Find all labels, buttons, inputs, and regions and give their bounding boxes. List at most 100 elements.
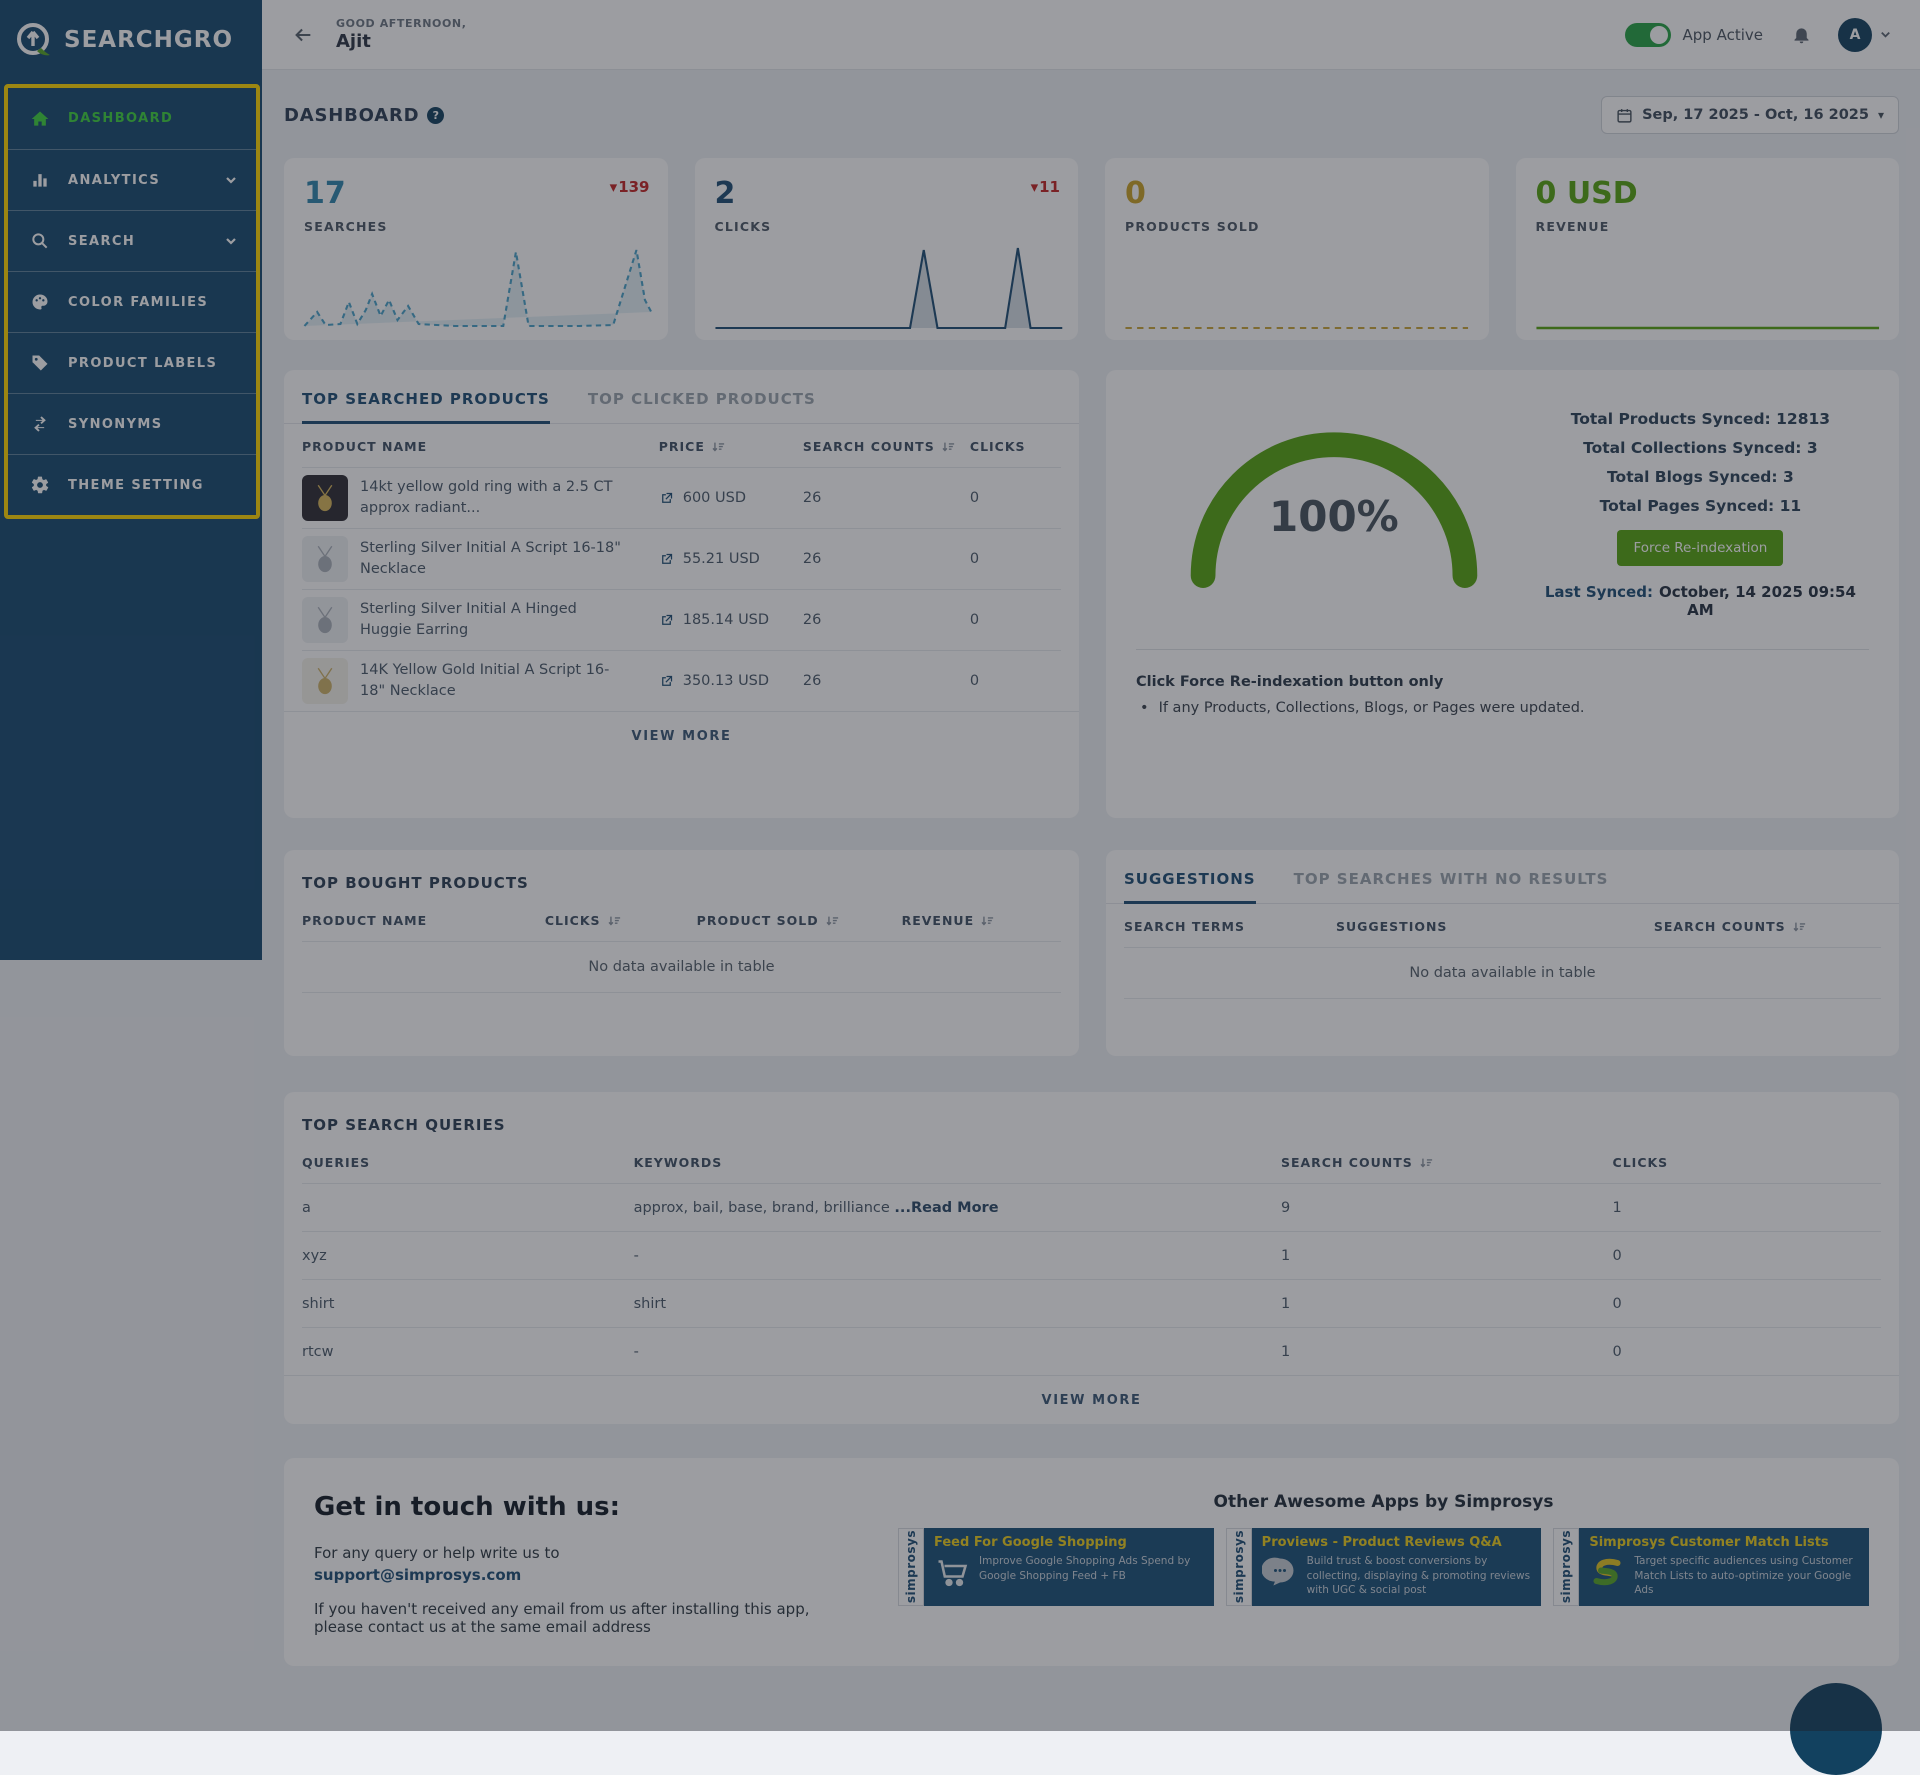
sidebar-item-search[interactable]: SEARCH (8, 210, 256, 271)
col-search-counts[interactable]: SEARCH COUNTS (1281, 1155, 1613, 1170)
sidebar-item-color-families[interactable]: COLOR FAMILIES (8, 271, 256, 332)
sidebar-item-theme-setting[interactable]: THEME SETTING (8, 454, 256, 515)
app-banner-feed-for-google-shopping[interactable]: simprosys Feed For Google Shopping Impro… (898, 1528, 1214, 1606)
col-clicks: CLICKS (969, 439, 1026, 454)
keywords-text: shirt (633, 1295, 666, 1312)
external-link-icon[interactable] (659, 613, 674, 628)
col-clicks[interactable]: CLICKS (545, 913, 697, 928)
top-queries-table: a approx, bail, base, brand, brilliance … (302, 1183, 1881, 1375)
col-clicks: CLICKS (1612, 1155, 1669, 1170)
simprosys-brand-strip: simprosys (1225, 1528, 1252, 1606)
sidebar: SEARCHGRO DASHBOARD ANALYTICS SEARCH COL… (0, 0, 262, 960)
stat-value: 17 (304, 176, 346, 211)
tab-suggestions[interactable]: SUGGESTIONS (1124, 870, 1256, 904)
total-pages-synced: Total Pages Synced: 11 (1599, 497, 1802, 515)
view-more-button[interactable]: VIEW MORE (284, 1375, 1899, 1424)
external-link-icon[interactable] (659, 491, 674, 506)
sidebar-item-label: DASHBOARD (68, 111, 174, 126)
chevron-down-icon[interactable] (1879, 28, 1892, 41)
table-row: xyz - 1 0 (302, 1231, 1881, 1279)
empty-table-message: No data available in table (1124, 947, 1881, 999)
app-banner-customer-match-lists[interactable]: simprosys Simprosys Customer Match Lists… (1553, 1528, 1870, 1606)
col-keywords: KEYWORDS (633, 1155, 723, 1170)
bell-icon[interactable] (1791, 24, 1812, 45)
simprosys-brand-strip: simprosys (1553, 1528, 1580, 1606)
tab-no-results[interactable]: TOP SEARCHES WITH NO RESULTS (1294, 870, 1609, 903)
chevron-down-icon[interactable] (224, 173, 238, 187)
sort-icon (1419, 1156, 1433, 1170)
app-banner-desc: Build trust & boost conversions by colle… (1306, 1555, 1531, 1597)
palette-icon (30, 292, 50, 312)
delta-down-icon: ▾ (609, 178, 618, 196)
sidebar-item-product-labels[interactable]: PRODUCT LABELS (8, 332, 256, 393)
product-image (302, 658, 348, 704)
product-clicks: 0 (969, 551, 980, 567)
greeting-name: Ajit (336, 31, 371, 52)
table-row: 14kt yellow gold ring with a 2.5 CT appr… (302, 467, 1061, 528)
sync-gauge-percent: 100% (1269, 492, 1399, 541)
force-reindexation-button[interactable]: Force Re-indexation (1617, 530, 1784, 566)
product-price: 600 USD (682, 490, 746, 506)
gear-icon (30, 475, 50, 495)
col-search-counts[interactable]: SEARCH COUNTS (1654, 919, 1881, 934)
home-icon (30, 109, 50, 129)
view-more-button[interactable]: VIEW MORE (284, 711, 1079, 760)
support-email-link[interactable]: support@simprosys.com (314, 1566, 854, 1584)
sidebar-item-label: COLOR FAMILIES (68, 294, 209, 310)
sort-icon (980, 914, 994, 928)
product-price: 350.13 USD (682, 673, 770, 689)
top-products-card: TOP SEARCHED PRODUCTS TOP CLICKED PRODUC… (284, 370, 1079, 818)
sort-icon (607, 914, 621, 928)
search-icon (30, 231, 50, 251)
col-price[interactable]: PRICE (659, 439, 803, 454)
col-suggestions: SUGGESTIONS (1335, 919, 1448, 934)
product-name: 14K Yellow Gold Initial A Script 16-18" … (360, 661, 610, 699)
external-link-icon[interactable] (659, 552, 674, 567)
top-queries-title: TOP SEARCH QUERIES (302, 1116, 506, 1134)
greeting: GOOD AFTERNOON, Ajit (336, 17, 467, 52)
product-price: 185.14 USD (682, 612, 770, 628)
query-clicks: 0 (1612, 1247, 1622, 1264)
other-apps-title: Other Awesome Apps by Simprosys (1213, 1492, 1554, 1512)
col-revenue[interactable]: REVENUE (902, 913, 1061, 928)
simprosys-brand-strip: simprosys (898, 1528, 924, 1606)
app-banner-desc: Improve Google Shopping Ads Spend by Goo… (979, 1555, 1191, 1582)
back-arrow-icon[interactable] (292, 24, 314, 46)
col-search-counts[interactable]: SEARCH COUNTS (803, 439, 970, 454)
sidebar-item-analytics[interactable]: ANALYTICS (8, 149, 256, 210)
product-name: 14kt yellow gold ring with a 2.5 CT appr… (360, 478, 613, 516)
table-row: 14K Yellow Gold Initial A Script 16-18" … (302, 650, 1061, 711)
top-search-queries-card: TOP SEARCH QUERIES QUERIES KEYWORDS SEAR… (284, 1092, 1899, 1424)
col-product-sold[interactable]: PRODUCT SOLD (697, 913, 902, 928)
calendar-icon (1616, 107, 1633, 124)
sidebar-item-synonyms[interactable]: SYNONYMS (8, 393, 256, 454)
tab-top-searched-products[interactable]: TOP SEARCHED PRODUCTS (302, 390, 550, 424)
col-queries: QUERIES (302, 1155, 371, 1170)
product-image (302, 597, 348, 643)
contact-title: Get in touch with us: (314, 1492, 621, 1522)
bar-chart-icon (30, 170, 50, 190)
sidebar-item-dashboard[interactable]: DASHBOARD (8, 88, 256, 149)
external-link-icon[interactable] (659, 674, 674, 689)
query-search-counts: 1 (1280, 1343, 1291, 1360)
total-blogs-synced: Total Blogs Synced: 3 (1607, 468, 1794, 486)
help-icon[interactable]: ? (427, 106, 445, 124)
avatar[interactable]: A (1838, 17, 1872, 52)
app-active-toggle[interactable] (1624, 22, 1671, 47)
product-search-counts: 26 (802, 490, 822, 506)
stat-label: SEARCHES (304, 219, 388, 234)
query-text: shirt (302, 1295, 335, 1312)
tab-top-clicked-products[interactable]: TOP CLICKED PRODUCTS (588, 390, 816, 423)
date-range-picker[interactable]: Sep, 17 2025 - Oct, 16 2025 ▾ (1601, 96, 1899, 134)
sidebar-item-label: PRODUCT LABELS (68, 355, 218, 371)
sidebar-item-label: ANALYTICS (68, 172, 161, 188)
col-product-name: PRODUCT NAME (302, 439, 428, 454)
chevron-down-icon[interactable] (224, 234, 238, 248)
query-search-counts: 9 (1280, 1199, 1291, 1216)
read-more-link[interactable]: ...Read More (894, 1200, 998, 1216)
product-clicks: 0 (969, 673, 980, 689)
chat-widget-button[interactable] (1790, 1683, 1882, 1775)
reindex-note-title: Click Force Re-indexation button only (1136, 674, 1444, 690)
table-row: a approx, bail, base, brand, brilliance … (302, 1183, 1881, 1231)
app-banner-proviews[interactable]: simprosys Proviews - Product Reviews Q&A… (1225, 1528, 1542, 1606)
